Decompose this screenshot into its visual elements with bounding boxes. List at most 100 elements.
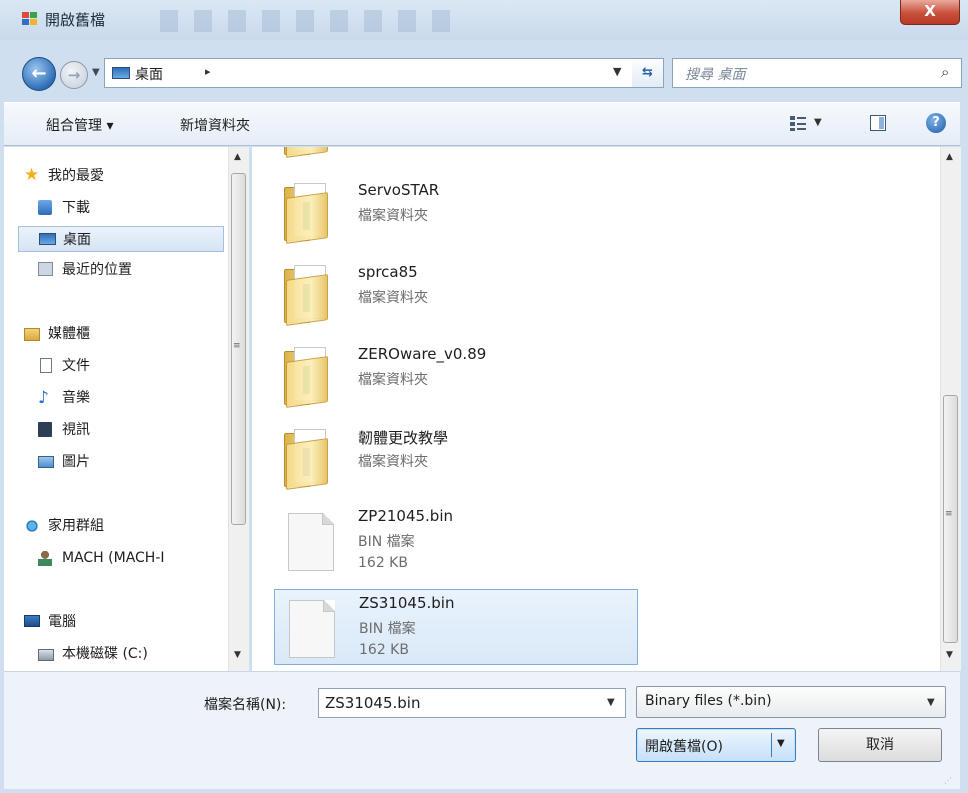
- close-button[interactable]: X: [900, 0, 960, 25]
- computer-icon: [24, 615, 40, 627]
- file-type: 檔案資料夾: [358, 208, 428, 224]
- user-icon: [38, 550, 52, 566]
- nav-computer-header[interactable]: 電腦: [24, 609, 224, 635]
- navigation-pane[interactable]: ★ 我的最愛 下載 桌面 最近的位置 媒體櫃 文件 ♪ 音樂 視訊 圖片 家用群…: [4, 147, 250, 671]
- file-type: BIN 檔案: [358, 534, 415, 550]
- address-dropdown-icon[interactable]: ▼: [613, 65, 621, 78]
- file-name: ServoSTAR: [358, 181, 440, 199]
- recent-places-icon: [38, 262, 53, 276]
- folder-icon: [284, 263, 336, 326]
- resize-grip-icon[interactable]: ⋰: [944, 776, 952, 785]
- scroll-thumb[interactable]: [943, 395, 958, 643]
- file-type: BIN 檔案: [359, 621, 416, 637]
- nav-homegroup-header[interactable]: 家用群組: [24, 513, 224, 539]
- search-input[interactable]: 搜尋 桌面 ⌕: [672, 58, 962, 88]
- view-options-dropdown-icon[interactable]: ▼: [814, 117, 822, 128]
- list-item-file-selected[interactable]: ZS31045.bin BIN 檔案 162 KB: [274, 589, 638, 665]
- library-icon: [24, 328, 40, 341]
- file-size: 162 KB: [358, 555, 408, 571]
- nav-favorites-header[interactable]: ★ 我的最愛: [24, 163, 224, 189]
- pictures-icon: [38, 456, 54, 468]
- nav-item-documents[interactable]: 文件: [38, 353, 224, 379]
- cancel-button[interactable]: 取消: [818, 728, 942, 762]
- folder-icon: [284, 147, 336, 158]
- download-icon: [38, 200, 52, 215]
- preview-pane-icon[interactable]: [870, 115, 886, 131]
- organize-menu-button[interactable]: 組合管理 ▾: [46, 115, 113, 135]
- file-name: ZEROware_v0.89: [358, 345, 487, 363]
- scroll-up-icon[interactable]: ▲: [234, 152, 241, 162]
- list-item-partial-folder[interactable]: [274, 147, 638, 161]
- app-icon: [22, 12, 38, 26]
- refresh-button[interactable]: ⇆: [632, 58, 664, 88]
- address-bar[interactable]: 桌面 ▸ ▼: [104, 58, 664, 88]
- command-toolbar: 組合管理 ▾ 新增資料夾 ▼ ?: [4, 102, 960, 146]
- file-type: 檔案資料夾: [358, 454, 428, 470]
- file-type: 檔案資料夾: [358, 290, 428, 306]
- star-icon: ★: [24, 165, 40, 185]
- nav-item-pictures[interactable]: 圖片: [38, 449, 224, 475]
- search-placeholder: 搜尋 桌面: [685, 67, 746, 83]
- folder-icon: [284, 427, 336, 490]
- change-view-icon[interactable]: [790, 115, 806, 131]
- nav-item-downloads[interactable]: 下載: [38, 195, 224, 221]
- filename-dropdown-icon[interactable]: ▼: [607, 697, 615, 708]
- scroll-down-icon[interactable]: ▼: [946, 650, 953, 660]
- filename-input[interactable]: ZS31045.bin ▼: [318, 688, 626, 718]
- back-arrow-icon: ←: [31, 63, 47, 84]
- scroll-grip-icon: ≡: [945, 509, 953, 519]
- window-title: 開啟舊檔: [45, 11, 106, 29]
- drive-icon: [38, 649, 54, 661]
- nav-item-music[interactable]: ♪ 音樂: [38, 385, 224, 411]
- list-item-folder[interactable]: ServoSTAR 檔案資料夾: [274, 171, 638, 247]
- scroll-down-icon[interactable]: ▼: [234, 650, 241, 660]
- back-button[interactable]: ←: [22, 57, 56, 91]
- filetype-dropdown-icon[interactable]: ▼: [927, 697, 935, 708]
- help-icon[interactable]: ?: [926, 113, 946, 133]
- breadcrumb-separator-icon[interactable]: ▸: [205, 65, 211, 78]
- bin-file-icon: [288, 513, 334, 571]
- navigation-scrollbar[interactable]: ▲ ≡ ▼: [228, 147, 249, 671]
- filetype-value: Binary files (*.bin): [645, 693, 772, 709]
- split-separator: [771, 733, 772, 757]
- file-name: ZP21045.bin: [358, 507, 454, 525]
- file-name: sprca85: [358, 263, 418, 281]
- search-icon[interactable]: ⌕: [941, 63, 949, 81]
- file-size: 162 KB: [359, 642, 409, 658]
- open-button-label: 開啟舊檔(O): [645, 739, 723, 755]
- file-list-scrollbar[interactable]: ▲ ≡ ▼: [940, 147, 961, 671]
- file-name: 韌體更改教學: [358, 429, 449, 447]
- forward-button[interactable]: →: [60, 61, 88, 89]
- music-icon: ♪: [38, 388, 49, 408]
- forward-arrow-icon: →: [67, 66, 81, 84]
- desktop-icon: [39, 233, 56, 245]
- filetype-select[interactable]: Binary files (*.bin) ▼: [636, 686, 946, 718]
- video-icon: [38, 422, 52, 437]
- nav-item-homegroup-user[interactable]: MACH (MACH-I: [38, 545, 224, 571]
- background-window-ghost: [160, 10, 450, 32]
- list-item-folder[interactable]: 韌體更改教學 檔案資料夾: [274, 417, 638, 493]
- nav-libraries-header[interactable]: 媒體櫃: [24, 321, 224, 347]
- scroll-grip-icon: ≡: [233, 341, 241, 351]
- list-item-file[interactable]: ZP21045.bin BIN 檔案 162 KB: [274, 503, 638, 579]
- nav-item-recent-places[interactable]: 最近的位置: [38, 257, 224, 283]
- title-bar[interactable]: 開啟舊檔 X: [0, 0, 968, 40]
- address-location[interactable]: 桌面: [135, 64, 163, 84]
- recent-locations-dropdown-icon[interactable]: ▼: [92, 67, 100, 78]
- list-item-folder[interactable]: sprca85 檔案資料夾: [274, 253, 638, 329]
- nav-item-local-disk[interactable]: 本機磁碟 (C:): [38, 641, 224, 667]
- document-icon: [40, 358, 52, 373]
- new-folder-button[interactable]: 新增資料夾: [180, 115, 250, 135]
- open-file-dialog: 開啟舊檔 X ← → ▼ 桌面 ▸ ▼ ⇆ 搜尋 桌面 ⌕ 組合管理 ▾ 新增資…: [0, 0, 968, 793]
- filename-value[interactable]: ZS31045.bin: [325, 694, 420, 712]
- open-button[interactable]: 開啟舊檔(O) ▼: [636, 728, 796, 762]
- nav-item-videos[interactable]: 視訊: [38, 417, 224, 443]
- folder-icon: [284, 181, 336, 244]
- open-options-dropdown-icon[interactable]: ▼: [777, 738, 785, 749]
- scroll-up-icon[interactable]: ▲: [946, 152, 953, 162]
- nav-item-desktop[interactable]: 桌面: [18, 226, 224, 252]
- file-list[interactable]: ServoSTAR 檔案資料夾 sprca85 檔案資料夾 ZEROware_v…: [252, 147, 940, 671]
- file-type: 檔案資料夾: [358, 372, 428, 388]
- file-name: ZS31045.bin: [359, 594, 455, 612]
- list-item-folder[interactable]: ZEROware_v0.89 檔案資料夾: [274, 335, 638, 411]
